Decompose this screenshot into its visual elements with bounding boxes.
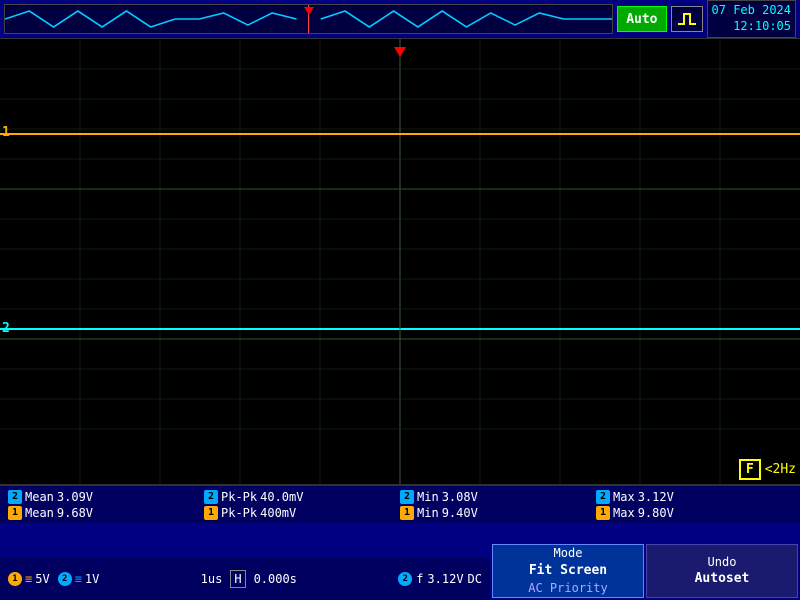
mode-fit-button[interactable]: Mode Fit Screen AC Priority (492, 544, 644, 598)
ch2-freq-area: 2 f 3.12V DC (398, 572, 482, 586)
datetime-box: 07 Feb 2024 12:10:05 (707, 0, 796, 37)
ch2-mean-value: 3.09V (57, 490, 93, 504)
f-badge: F (739, 459, 761, 480)
ch2-mean-label: Mean (25, 490, 54, 504)
right-buttons: Mode Fit Screen AC Priority Undo Autoset (490, 542, 800, 600)
f-badge-area: F <2Hz (739, 459, 796, 480)
ch2-min-label: Min (417, 490, 439, 504)
ch1-max-label: Max (613, 506, 635, 520)
trigger-h-icon: H (230, 570, 245, 588)
ch2-min-value: 3.08V (442, 490, 478, 504)
ch1-max-value: 9.80V (638, 506, 674, 520)
ch2-badge-mean: 2 (8, 490, 22, 504)
ch1-pkpk: 1 Pk-Pk 400mV (204, 506, 400, 520)
ch1-wave-icon: ≡ (25, 572, 32, 586)
ch2-freq-value: 3.12V (427, 572, 463, 586)
ch2-badge-max: 2 (596, 490, 610, 504)
ch1-marker: 1 (2, 125, 10, 140)
ch1-scale-badge: 1 (8, 572, 22, 586)
ch2-pkpk: 2 Pk-Pk 40.0mV (204, 490, 400, 504)
waveform-preview (4, 4, 613, 34)
ch1-scale-item: 1 ≡ 5V (8, 572, 50, 586)
ch2-scale-badge: 2 (58, 572, 72, 586)
trigger-marker (304, 7, 314, 15)
time-bar: 1 ≡ 5V 2 ≡ 1V 1us H 0.000s 2 f 3.12V DC (0, 558, 490, 600)
mode-line1: Mode (554, 545, 583, 562)
undo-autoset-button[interactable]: Undo Autoset (646, 544, 798, 598)
ch2-max: 2 Max 3.12V (596, 490, 792, 504)
scope-display: 1 2 F <2Hz (0, 38, 800, 485)
ch2-pkpk-label: Pk-Pk (221, 490, 257, 504)
stats-row-ch2: 2 Mean 3.09V 2 Pk-Pk 40.0mV 2 Min 3.08V … (0, 489, 800, 505)
stats-bar: 2 Mean 3.09V 2 Pk-Pk 40.0mV 2 Min 3.08V … (0, 485, 800, 523)
ch2-mean: 2 Mean 3.09V (8, 490, 204, 504)
mode-line2: Fit Screen (529, 562, 607, 580)
freq-display: <2Hz (765, 462, 796, 477)
grid-canvas (0, 39, 800, 484)
undo-line2: Autoset (695, 570, 750, 588)
ch1-scale-val: 5V (35, 572, 49, 586)
ch2-max-value: 3.12V (638, 490, 674, 504)
time-center: 1us H 0.000s (107, 570, 390, 588)
ch1-min-value: 9.40V (442, 506, 478, 520)
ch1-min-label: Min (417, 506, 439, 520)
ch2-wave-icon: ≡ (75, 572, 82, 586)
auto-button[interactable]: Auto (617, 6, 666, 32)
ch2-freq-badge: 2 (398, 572, 412, 586)
ch2-badge-pkpk: 2 (204, 490, 218, 504)
ch1-min: 1 Min 9.40V (400, 506, 596, 520)
ch2-marker: 2 (2, 321, 10, 336)
ch1-badge-pkpk: 1 (204, 506, 218, 520)
ch1-pkpk-value: 400mV (260, 506, 296, 520)
ch2-freq-icon: f (416, 572, 423, 586)
ch1-max: 1 Max 9.80V (596, 506, 792, 520)
ch2-dc-label: DC (468, 572, 482, 586)
ch1-pkpk-label: Pk-Pk (221, 506, 257, 520)
timebase-val: 1us (201, 572, 223, 586)
ch2-scale-item: 2 ≡ 1V (58, 572, 100, 586)
trigger-position (394, 47, 406, 57)
ch2-min: 2 Min 3.08V (400, 490, 596, 504)
date-display: 07 Feb 2024 (712, 3, 791, 19)
ch1-badge-mean: 1 (8, 506, 22, 520)
trigger-icon (671, 6, 703, 32)
top-bar: Auto 07 Feb 2024 12:10:05 (0, 0, 800, 38)
stats-row-ch1: 1 Mean 9.68V 1 Pk-Pk 400mV 1 Min 9.40V 1… (0, 505, 800, 521)
time-display: 12:10:05 (712, 19, 791, 35)
ch2-max-label: Max (613, 490, 635, 504)
ch1-mean: 1 Mean 9.68V (8, 506, 204, 520)
mode-line3: AC Priority (528, 580, 607, 597)
ch2-badge-min: 2 (400, 490, 414, 504)
ch1-mean-label: Mean (25, 506, 54, 520)
offset-val: 0.000s (254, 572, 297, 586)
ch1-badge-max: 1 (596, 506, 610, 520)
undo-line1: Undo (708, 554, 737, 571)
ch2-pkpk-value: 40.0mV (260, 490, 303, 504)
ch1-mean-value: 9.68V (57, 506, 93, 520)
ch2-scale-val: 1V (85, 572, 99, 586)
ch1-badge-min: 1 (400, 506, 414, 520)
